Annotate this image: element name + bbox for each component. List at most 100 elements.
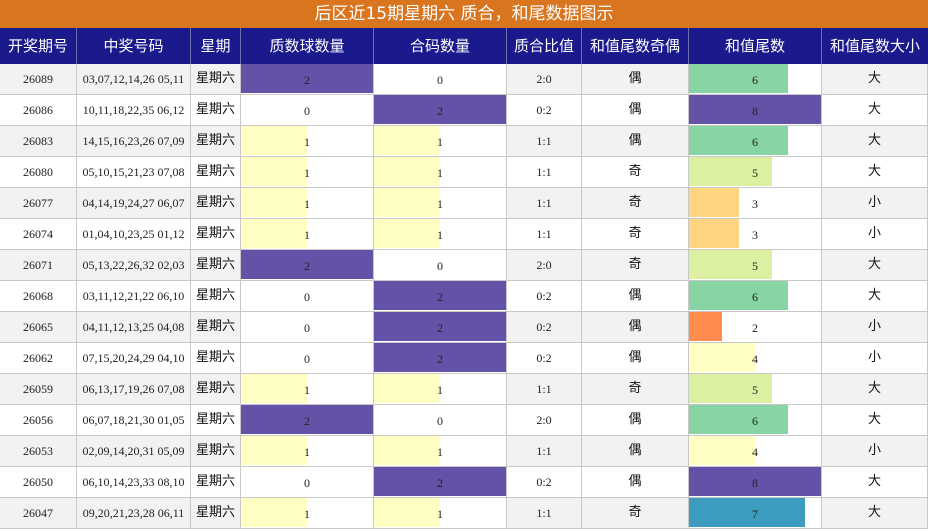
cell-weekday: 星期六 [191,126,241,157]
cell-weekday: 星期六 [191,343,241,374]
cell-issue: 26068 [0,281,77,312]
cell-ratio: 1:1 [507,157,582,188]
data-label-tail: 5 [752,383,758,397]
cell-weekday: 星期六 [191,157,241,188]
cell-parity: 偶 [582,436,689,467]
bar-prime [241,157,307,186]
cell-weekday: 星期六 [191,281,241,312]
cell-ratio: 0:2 [507,281,582,312]
cell-size: 小 [822,343,928,374]
chart-page: 后区近15期星期六 质合，和尾数据图示 开奖期号 中奖号码 星期 质数球数量 合码数量质… [0,0,928,530]
bar-composite [374,219,440,248]
data-label-tail: 4 [752,445,758,459]
cell-tail: 8 [689,95,822,126]
cell-prime: 1 [241,126,374,157]
data-label-tail: 2 [752,321,758,335]
data-label-composite: 0 [437,73,443,87]
data-label-composite: 1 [437,507,443,521]
data-label-composite: 2 [437,104,443,118]
cell-size: 大 [822,95,928,126]
data-label-tail: 4 [752,352,758,366]
cell-numbers: 14,15,16,23,26 07,09 [77,126,191,157]
cell-ratio: 2:0 [507,405,582,436]
cell-ratio: 1:1 [507,219,582,250]
cell-numbers: 06,10,14,23,33 08,10 [77,467,191,498]
cell-tail: 4 [689,343,822,374]
bar-composite [374,157,440,186]
data-label-composite: 2 [437,290,443,304]
cell-ratio: 1:1 [507,188,582,219]
bar-tail [689,126,788,155]
cell-issue: 26074 [0,219,77,250]
cell-parity: 奇 [582,219,689,250]
data-label-composite: 2 [437,321,443,335]
data-label-composite: 2 [437,352,443,366]
cell-composite: 1 [374,157,507,188]
column-header-parity: 和值尾数奇偶 [582,28,689,64]
cell-prime: 1 [241,188,374,219]
cell-prime: 2 [241,250,374,281]
bar-tail [689,498,805,527]
data-label-prime: 0 [304,321,310,335]
cell-prime: 0 [241,312,374,343]
data-label-composite: 1 [437,228,443,242]
cell-ratio: 1:1 [507,126,582,157]
cell-numbers: 01,04,10,23,25 01,12 [77,219,191,250]
cell-issue: 26089 [0,64,77,95]
cell-issue: 26080 [0,157,77,188]
cell-prime: 1 [241,498,374,529]
bar-tail [689,374,772,403]
bar-prime [241,219,307,248]
cell-composite: 1 [374,188,507,219]
cell-numbers: 03,07,12,14,26 05,11 [77,64,191,95]
cell-weekday: 星期六 [191,188,241,219]
cell-numbers: 07,15,20,24,29 04,10 [77,343,191,374]
cell-parity: 奇 [582,157,689,188]
cell-prime: 1 [241,157,374,188]
data-label-prime: 2 [304,259,310,273]
data-label-tail: 5 [752,166,758,180]
data-label-composite: 2 [437,476,443,490]
bar-prime [241,436,307,465]
cell-weekday: 星期六 [191,250,241,281]
cell-ratio: 1:1 [507,374,582,405]
cell-ratio: 0:2 [507,95,582,126]
cell-weekday: 星期六 [191,95,241,126]
cell-prime: 0 [241,281,374,312]
cell-size: 小 [822,188,928,219]
data-label-prime: 0 [304,104,310,118]
data-label-prime: 0 [304,352,310,366]
bar-composite [374,374,440,403]
cell-size: 大 [822,374,928,405]
bar-tail [689,64,788,93]
cell-composite: 1 [374,219,507,250]
cell-weekday: 星期六 [191,312,241,343]
cell-tail: 7 [689,498,822,529]
cell-composite: 2 [374,281,507,312]
data-label-prime: 1 [304,135,310,149]
bar-tail [689,312,722,341]
cell-issue: 26047 [0,498,77,529]
cell-numbers: 06,07,18,21,30 01,05 [77,405,191,436]
cell-numbers: 10,11,18,22,35 06,12 [77,95,191,126]
bar-composite [374,436,440,465]
cell-issue: 26077 [0,188,77,219]
cell-prime: 1 [241,436,374,467]
cell-issue: 26059 [0,374,77,405]
cell-weekday: 星期六 [191,374,241,405]
cell-ratio: 0:2 [507,343,582,374]
bar-tail [689,157,772,186]
cell-numbers: 06,13,17,19,26 07,08 [77,374,191,405]
data-label-prime: 0 [304,476,310,490]
cell-composite: 0 [374,405,507,436]
bar-tail [689,436,755,465]
cell-size: 大 [822,281,928,312]
bar-composite [374,188,440,217]
cell-parity: 偶 [582,64,689,95]
cell-composite: 2 [374,467,507,498]
cell-composite: 1 [374,374,507,405]
cell-numbers: 02,09,14,20,31 05,09 [77,436,191,467]
cell-prime: 2 [241,64,374,95]
data-label-composite: 0 [437,259,443,273]
cell-size: 大 [822,405,928,436]
